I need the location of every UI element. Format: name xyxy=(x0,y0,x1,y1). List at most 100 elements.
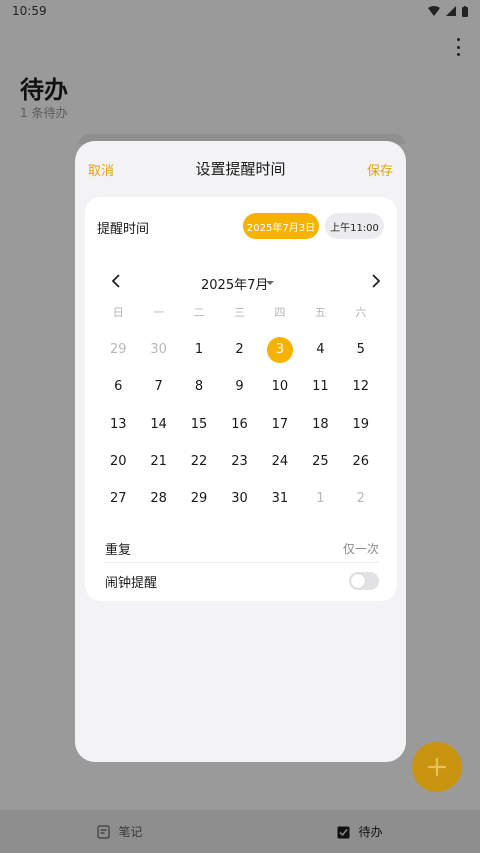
calendar-day[interactable]: 17 xyxy=(260,406,300,443)
weekday-label: 五 xyxy=(314,306,326,319)
status-icons xyxy=(428,5,468,17)
calendar-day[interactable]: 14 xyxy=(138,406,178,443)
calendar-day-number: 20 xyxy=(109,454,127,470)
weekday-label: 一 xyxy=(153,306,165,319)
calendar-day-number: 13 xyxy=(109,416,127,432)
calendar-day-number: 30 xyxy=(150,342,167,358)
chevron-left-icon[interactable] xyxy=(109,273,123,289)
calendar-day-number: 11 xyxy=(312,379,329,395)
calendar-day[interactable]: 18 xyxy=(300,406,340,443)
calendar-day-number: 3 xyxy=(266,336,293,363)
calendar-day[interactable]: 24 xyxy=(260,443,300,480)
calendar-day-number: 8 xyxy=(194,379,204,395)
caret-down-icon[interactable] xyxy=(266,281,274,285)
calendar-day[interactable]: 16 xyxy=(219,406,259,443)
weekday-label: 六 xyxy=(355,306,367,319)
nav-todo[interactable]: 待办 xyxy=(240,810,480,853)
calendar-day-number: 30 xyxy=(231,491,248,507)
calendar-day[interactable]: 6 xyxy=(98,368,138,405)
alarm-label: 闹钟提醒 xyxy=(105,576,158,591)
calendar-day[interactable]: 30 xyxy=(219,480,259,517)
repeat-label: 重复 xyxy=(105,543,132,558)
calendar-day-number: 12 xyxy=(352,379,370,395)
calendar-day[interactable]: 9 xyxy=(219,368,259,405)
calendar-day-number: 19 xyxy=(352,416,370,432)
calendar-day[interactable]: 1 xyxy=(179,331,219,368)
calendar-day[interactable]: 26 xyxy=(341,443,381,480)
todo-count: 1 条待办 xyxy=(20,106,68,120)
more-options-icon[interactable] xyxy=(452,38,464,56)
month-selector[interactable]: 2025年7月 xyxy=(201,274,268,293)
calendar-day-number: 29 xyxy=(190,491,208,507)
signal-icon xyxy=(446,6,456,16)
calendar-day[interactable]: 20 xyxy=(98,443,138,480)
add-todo-button[interactable] xyxy=(412,742,462,792)
page-title: 待办 xyxy=(20,76,68,104)
calendar-day[interactable]: 15 xyxy=(179,406,219,443)
calendar-day-selected[interactable]: 3 xyxy=(260,331,300,368)
weekday-label: 四 xyxy=(274,306,286,319)
calendar-day-number: 17 xyxy=(271,416,289,432)
sheet-header: 取消 设置提醒时间 保存 xyxy=(75,141,406,195)
bottom-nav: 笔记 待办 xyxy=(0,810,480,853)
calendar-day-number: 1 xyxy=(316,491,325,507)
alarm-toggle[interactable] xyxy=(349,572,379,590)
calendar-day-number: 25 xyxy=(312,454,329,470)
calendar-day[interactable]: 30 xyxy=(138,331,178,368)
calendar-day[interactable]: 5 xyxy=(341,331,381,368)
calendar-day-number: 4 xyxy=(316,342,325,358)
calendar-day[interactable]: 29 xyxy=(179,480,219,517)
sheet-title: 设置提醒时间 xyxy=(195,160,286,178)
calendar-day[interactable]: 4 xyxy=(300,331,340,368)
calendar-day-number: 10 xyxy=(271,379,289,395)
calendar-day[interactable]: 31 xyxy=(260,480,300,517)
weekday-header: 日一二三四五六 xyxy=(98,304,381,320)
repeat-row[interactable]: 重复 仅一次 xyxy=(103,535,379,563)
calendar-day[interactable]: 25 xyxy=(300,443,340,480)
calendar-day[interactable]: 2 xyxy=(341,480,381,517)
nav-notes[interactable]: 笔记 xyxy=(0,810,240,853)
calendar-day-number: 16 xyxy=(231,416,248,432)
calendar-day[interactable]: 7 xyxy=(138,368,178,405)
save-button[interactable]: 保存 xyxy=(367,160,393,179)
calendar-day-number: 2 xyxy=(356,491,365,507)
calendar-day[interactable]: 1 xyxy=(300,480,340,517)
status-bar: 10:59 xyxy=(0,0,480,22)
calendar-day[interactable]: 19 xyxy=(341,406,381,443)
calendar-day-number: 23 xyxy=(231,454,248,470)
calendar-day[interactable]: 21 xyxy=(138,443,178,480)
calendar-day[interactable]: 28 xyxy=(138,480,178,517)
calendar-day[interactable]: 11 xyxy=(300,368,340,405)
calendar-day[interactable]: 10 xyxy=(260,368,300,405)
wifi-icon xyxy=(428,6,440,16)
calendar-day[interactable]: 12 xyxy=(341,368,381,405)
calendar-day-number: 7 xyxy=(154,379,163,395)
alarm-row: 闹钟提醒 xyxy=(103,567,379,595)
reminder-card: 提醒时间 2025年7月3日 上午11:00 2025年7月 日 一 二 三 四 五 六 2… xyxy=(85,197,397,601)
calendar-day[interactable]: 22 xyxy=(179,443,219,480)
status-time: 10:59 xyxy=(12,4,47,18)
calendar-day-number: 26 xyxy=(352,454,370,470)
calendar-day-number: 28 xyxy=(150,491,167,507)
calendar-day-number: 24 xyxy=(271,454,289,470)
calendar-day-number: 21 xyxy=(150,454,167,470)
nav-notes-label: 笔记 xyxy=(118,825,143,839)
weekday-label: 二 xyxy=(193,306,205,319)
toggle-knob xyxy=(351,574,365,588)
chevron-right-icon[interactable] xyxy=(369,273,383,289)
weekday-label: 日 xyxy=(112,306,124,319)
calendar-day-number: 31 xyxy=(271,491,289,507)
calendar-day[interactable]: 27 xyxy=(98,480,138,517)
calendar-day[interactable]: 29 xyxy=(98,331,138,368)
date-chip[interactable]: 2025年7月3日 xyxy=(243,213,319,239)
time-chip[interactable]: 上午11:00 xyxy=(325,213,384,239)
nav-todo-label: 待办 xyxy=(358,825,383,839)
calendar-day[interactable]: 8 xyxy=(179,368,219,405)
reminder-time-label: 提醒时间 xyxy=(97,222,150,237)
calendar-day[interactable]: 2 xyxy=(219,331,259,368)
calendar-day[interactable]: 13 xyxy=(98,406,138,443)
reminder-sheet: 取消 设置提醒时间 保存 提醒时间 2025年7月3日 上午11:00 2025… xyxy=(75,141,406,762)
calendar-day[interactable]: 23 xyxy=(219,443,259,480)
repeat-value[interactable]: 仅一次 xyxy=(343,540,379,557)
calendar-day-number: 14 xyxy=(150,416,167,432)
